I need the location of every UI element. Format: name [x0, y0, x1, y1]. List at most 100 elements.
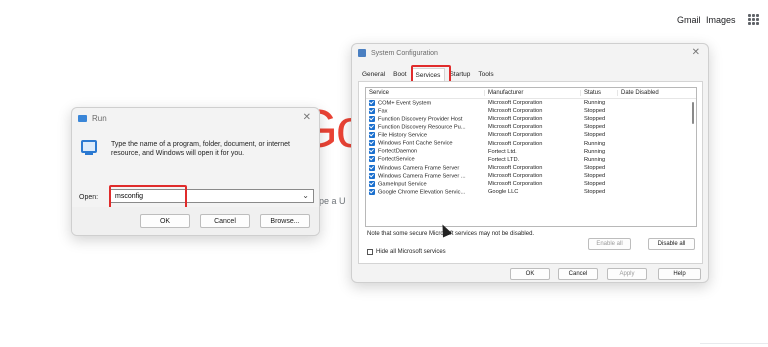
- table-row[interactable]: Windows Camera Frame Server Microsoft Cor…: [366, 164, 696, 172]
- table-row[interactable]: GameInput Service Microsoft Corporation St…: [366, 180, 696, 188]
- table-row[interactable]: Windows Camera Frame Server ... Microsoft…: [366, 172, 696, 180]
- scrollbar[interactable]: [692, 102, 694, 124]
- service-cell: Windows Camera Frame Server: [366, 164, 485, 172]
- manufacturer-cell: Microsoft Corporation: [488, 100, 543, 107]
- column-header-date-disabled[interactable]: Date Disabled: [618, 90, 678, 96]
- sysconfig-app-icon: [358, 49, 366, 57]
- hide-microsoft-services-option[interactable]: Hide all Microsoft services: [367, 249, 446, 255]
- service-cell: FortectDaemon: [366, 148, 485, 155]
- manufacturer-cell: Microsoft Corporation: [488, 116, 543, 123]
- checkbox-checked-icon[interactable]: [369, 188, 375, 195]
- checkbox-checked-icon[interactable]: [369, 172, 375, 179]
- status-cell: Stopped: [584, 180, 606, 187]
- table-row[interactable]: Function Discovery Provider Host Microsof…: [366, 115, 696, 123]
- cancel-button[interactable]: Cancel: [558, 268, 598, 280]
- browse-button[interactable]: Browse...: [260, 214, 310, 228]
- services-rows: COM+ Event System Microsoft Corporation Ru…: [366, 99, 696, 196]
- table-row[interactable]: Windows Font Cache Service Microsoft Corp…: [366, 139, 696, 147]
- chevron-down-icon[interactable]: ⌄: [302, 191, 309, 200]
- table-row[interactable]: Fax Microsoft Corporation Stopped: [366, 107, 696, 115]
- search-placeholder-fragment: pe a U: [319, 196, 346, 206]
- ok-button[interactable]: OK: [140, 214, 190, 228]
- table-row[interactable]: File History Service Microsoft Corporatio…: [366, 131, 696, 139]
- images-link[interactable]: Images: [706, 15, 736, 25]
- table-row[interactable]: FortectService Fortect LTD. Running: [366, 156, 696, 164]
- service-name: FortectDaemon: [378, 148, 418, 155]
- service-cell: FortectService: [366, 156, 485, 163]
- checkbox-checked-icon[interactable]: [369, 132, 375, 139]
- column-header-status[interactable]: Status: [581, 90, 618, 96]
- status-cell: Stopped: [584, 132, 606, 139]
- manufacturer-cell: Microsoft Corporation: [488, 140, 543, 147]
- table-row[interactable]: Google Chrome Elevation Servic... Google …: [366, 188, 696, 196]
- checkbox-checked-icon[interactable]: [369, 115, 375, 122]
- apply-button[interactable]: Apply: [607, 268, 647, 280]
- tab-boot[interactable]: Boot: [389, 68, 410, 82]
- status-cell: Running: [584, 156, 606, 163]
- status-cell: Stopped: [584, 189, 606, 196]
- checkbox-checked-icon[interactable]: [369, 140, 375, 147]
- service-cell: Windows Font Cache Service: [366, 140, 485, 147]
- checkbox-checked-icon[interactable]: [369, 148, 375, 155]
- manufacturer-cell: Microsoft Corporation: [488, 108, 543, 115]
- manufacturer-cell: Microsoft Corporation: [488, 164, 543, 171]
- table-row[interactable]: COM+ Event System Microsoft Corporation Ru…: [366, 99, 696, 107]
- service-cell: Fax: [366, 107, 485, 115]
- service-name: Google Chrome Elevation Servic...: [378, 189, 466, 196]
- close-icon[interactable]: ✕: [303, 112, 311, 123]
- status-cell: Running: [584, 100, 606, 107]
- checkbox-checked-icon[interactable]: [369, 107, 375, 114]
- service-cell: Function Discovery Resource Pu...: [366, 124, 485, 131]
- checkbox-checked-icon[interactable]: [369, 156, 375, 163]
- open-label: Open:: [79, 194, 99, 201]
- close-icon[interactable]: ✕: [692, 47, 700, 58]
- status-cell: Stopped: [584, 164, 606, 171]
- checkbox-checked-icon[interactable]: [369, 124, 375, 131]
- column-header-manufacturer[interactable]: Manufacturer: [485, 90, 581, 96]
- service-name: Windows Camera Frame Server ...: [378, 173, 466, 180]
- sysconfig-titlebar[interactable]: System Configuration: [352, 44, 708, 62]
- column-header-service[interactable]: Service: [366, 90, 485, 96]
- service-cell: Function Discovery Provider Host: [366, 115, 485, 122]
- service-name: COM+ Event System: [378, 100, 432, 107]
- manufacturer-cell: Microsoft Corporation: [488, 180, 543, 187]
- manufacturer-cell: Fortect Ltd.: [488, 148, 517, 155]
- table-row[interactable]: Function Discovery Resource Pu... Microso…: [366, 123, 696, 131]
- checkbox-checked-icon[interactable]: [369, 99, 375, 106]
- status-cell: Running: [584, 140, 606, 147]
- manufacturer-cell: Microsoft Corporation: [488, 124, 543, 131]
- services-panel: Service Manufacturer Status Date Disable…: [358, 81, 703, 264]
- enable-all-button[interactable]: Enable all: [588, 238, 631, 250]
- service-name: Fax: [378, 108, 388, 115]
- manufacturer-cell: Microsoft Corporation: [488, 172, 543, 179]
- manufacturer-cell: Microsoft Corporation: [488, 132, 543, 139]
- run-description: Type the name of a program, folder, docu…: [111, 141, 290, 157]
- run-titlebar[interactable]: Run: [72, 108, 319, 128]
- ok-button[interactable]: OK: [510, 268, 550, 280]
- hide-microsoft-services-checkbox[interactable]: [367, 249, 373, 255]
- run-dialog: Run ✕ Type the name of a program, folder…: [71, 107, 320, 236]
- help-button[interactable]: Help: [658, 268, 701, 280]
- service-name: GameInput Service: [378, 181, 427, 188]
- gmail-link[interactable]: Gmail: [677, 15, 701, 25]
- tab-general[interactable]: General: [358, 68, 389, 82]
- disable-all-button[interactable]: Disable all: [648, 238, 695, 250]
- tab-tools[interactable]: Tools: [474, 68, 497, 82]
- service-name: Function Discovery Resource Pu...: [378, 124, 466, 131]
- apps-grid-icon[interactable]: [748, 14, 759, 25]
- checkbox-checked-icon[interactable]: [369, 164, 375, 171]
- run-program-icon: [81, 140, 97, 155]
- checkbox-checked-icon[interactable]: [369, 180, 375, 187]
- service-cell: COM+ Event System: [366, 99, 485, 107]
- status-cell: Running: [584, 148, 606, 155]
- run-app-icon: [78, 114, 87, 122]
- table-row[interactable]: FortectDaemon Fortect Ltd. Running: [366, 148, 696, 156]
- service-name: FortectService: [378, 156, 415, 163]
- service-name: Windows Camera Frame Server: [378, 165, 460, 172]
- cancel-button[interactable]: Cancel: [200, 214, 250, 228]
- service-cell: File History Service: [366, 132, 485, 139]
- service-cell: Google Chrome Elevation Servic...: [366, 188, 485, 196]
- services-list[interactable]: Service Manufacturer Status Date Disable…: [365, 87, 697, 227]
- hide-microsoft-services-label: Hide all Microsoft services: [376, 249, 446, 255]
- service-cell: Windows Camera Frame Server ...: [366, 172, 485, 180]
